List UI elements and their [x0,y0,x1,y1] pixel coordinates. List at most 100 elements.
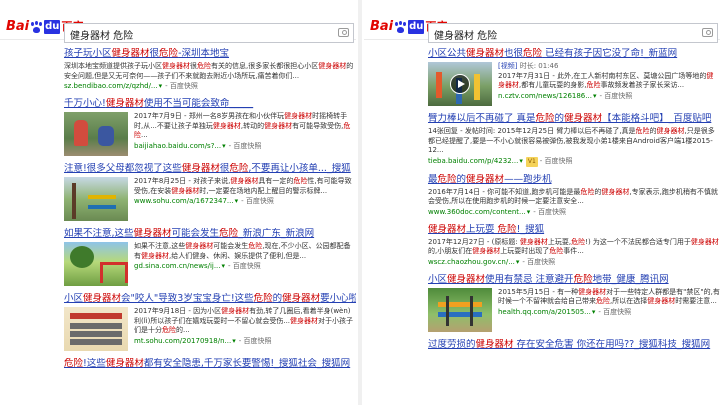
search-result: 健身器材上玩耍 危险!_搜狐 2017年12月27日 - (原标题: 健身器材上玩… [428,224,720,267]
result-meta: sz.bendibao.com/z/qzhd/...▾ - 百度快照 [64,81,356,91]
result-url[interactable]: www.sohu.com/a/1672347... [134,197,234,205]
result-thumbnail[interactable] [64,112,128,156]
chevron-down-icon[interactable]: ▾ [593,92,597,100]
result-title-link[interactable]: 如果不注意,这些健身器材可能会发生危险_新浪广东_新浪网 [64,228,356,240]
result-url[interactable]: health.qq.com/a/201505... [498,308,591,316]
result-title-link[interactable]: 注意!很多父母都忽视了这些健身器材很危险,不要再让小孩单..._搜狐 [64,163,356,175]
chevron-down-icon[interactable]: ▾ [232,337,236,345]
result-title-link[interactable]: 小区公共健身器材也很危险 已经有孩子因它没了命!_新蓝网 [428,48,720,60]
snapshot-link[interactable]: - 百度快照 [540,157,573,165]
result-meta: n.cztv.com/news/126186...▾ - 百度快照 [498,91,720,101]
result-body: [视频] 时长: 01:46 2017年7月31日 - 此外,在工人新村南村东区、… [428,62,720,106]
result-url[interactable]: baijiahao.baidu.com/s?... [134,142,221,150]
video-info: [视频] 时长: 01:46 [498,62,720,72]
result-url[interactable]: www.360doc.com/content... [428,208,526,216]
result-meta: wscz.chaozhou.gov.cn/...▾ - 百度快照 [428,257,720,267]
result-content: [视频] 时长: 01:46 2017年7月31日 - 此外,在工人新村南村东区、… [498,62,720,106]
search-query: 健身器材 危险 [70,31,134,42]
result-meta: tieba.baidu.com/p/4232...▾ V1- 百度快照 [428,156,720,167]
snapshot-link[interactable]: - 百度快照 [239,337,272,345]
divider [358,0,362,405]
search-result: 小区公共健身器材也很危险 已经有孩子因它没了命!_新蓝网 [视频] 时长: 01:… [428,48,720,106]
camera-icon[interactable] [338,28,349,37]
snapshot-link[interactable]: - 百度快照 [533,208,566,216]
result-abstract: 2017年7月31日 - 此外,在工人新村南村东区、莫塘公园广场等地的健身器材,… [498,71,714,90]
result-meta: health.qq.com/a/201505...▾ - 百度快照 [498,307,720,317]
result-thumbnail[interactable] [64,177,128,221]
search-input[interactable]: 健身器材 危险 [428,23,718,43]
result-title-link[interactable]: 千万小心!健身器材使用不当可能会致命_____ [64,98,356,110]
result-abstract: 14张回复 - 发帖时间: 2015年12月25日 臂力棒以后不再碰了,真是危险… [428,127,715,154]
result-title-link[interactable]: 过度劳损的健身器材 存在安全危害 你还在用吗??_搜狐科技_搜狐网 [428,339,720,351]
snapshot-link[interactable]: - 百度快照 [599,92,632,100]
result-title-link[interactable]: 健身器材上玩耍 危险!_搜狐 [428,224,720,236]
result-title-link[interactable]: 危险!这些健身器材都有安全隐患,千万家长要警惕!_搜狐社会_搜狐网 [64,358,356,370]
result-meta: gd.sina.com.cn/news/ij...▾ - 百度快照 [134,261,356,271]
result-content: 2017年8月25日 - 对孩子来说,健身器材具有一定的危险性,有可能导致受伤,… [134,177,356,221]
result-content: 14张回复 - 发帖时间: 2015年12月25日 臂力棒以后不再碰了,真是危险… [428,127,720,167]
logo-text: Bai [6,19,30,34]
result-url[interactable]: n.cztv.com/news/126186... [498,92,592,100]
result-abstract: 如果不注意,这些健身器材可能会发生危险,现在,不少小区、公园都配备有健身器材,给… [134,242,351,260]
result-url[interactable]: sz.bendibao.com/z/qzhd/... [64,82,158,90]
result-url[interactable]: tieba.baidu.com/p/4232... [428,157,518,165]
result-content: 2017年12月27日 - (原标题: 健身器材上玩耍,危险!) 为这一个不法民… [428,238,720,267]
verified-badge: V1 [525,156,538,167]
result-body: 14张回复 - 发帖时间: 2015年12月25日 臂力棒以后不再碰了,真是危险… [428,127,720,167]
chevron-down-icon[interactable]: ▾ [519,157,523,165]
chevron-down-icon[interactable]: ▾ [159,82,163,90]
chevron-down-icon[interactable]: ▾ [516,258,520,266]
results-list: 小区公共健身器材也很危险 已经有孩子因它没了命!_新蓝网 [视频] 时长: 01:… [428,48,720,358]
result-content: 深圳本地宝频道提供孩子玩小区健身器材很危险有关的信息,很多家长都很担心小区健身器… [64,62,356,91]
chevron-down-icon[interactable]: ▾ [592,308,596,316]
search-result: 最危险的健身器材——跑步机 2016年7月14日 - 你可能不知道,跑步机可能是最… [428,174,720,217]
logo-du: du [408,20,425,34]
result-abstract: 2017年9月18日 - 因为小区健身器材有劲,转了几圈后,看着半身(wèn)利… [134,307,354,334]
camera-icon[interactable] [702,28,713,37]
left-search-panel: Bai du 百度 健身器材 危险 孩子玩小区健身器材很危险-深圳本地宝深圳本地… [0,0,356,405]
result-meta: www.360doc.com/content...▾ - 百度快照 [428,207,720,217]
video-duration: 时长: 01:46 [517,62,559,70]
search-result: 小区健身器材使用有禁忌 注意避开危险地带_健康_腾讯网 2015年5月15日 - … [428,274,720,332]
result-abstract: 2016年7月14日 - 你可能不知道,跑步机可能是最危险的健身器材,专家表示,… [428,187,718,206]
result-url[interactable]: wscz.chaozhou.gov.cn/... [428,258,515,266]
result-url[interactable]: gd.sina.com.cn/news/ij... [134,262,221,270]
snapshot-link[interactable]: - 百度快照 [229,142,262,150]
result-abstract: 深圳本地宝频道提供孩子玩小区健身器材很危险有关的信息,很多家长都很担心小区健身器… [64,62,354,80]
result-title-link[interactable]: 小区健身器材使用有禁忌 注意避开危险地带_健康_腾讯网 [428,274,720,286]
snapshot-link[interactable]: - 百度快照 [598,308,631,316]
result-body: 2016年7月14日 - 你可能不知道,跑步机可能是最危险的健身器材,专家表示,… [428,188,720,217]
snapshot-link[interactable]: - 百度快照 [228,262,261,270]
search-result: 如果不注意,这些健身器材可能会发生危险_新浪广东_新浪网如果不注意,这些健身器材… [64,228,356,286]
result-url[interactable]: mt.sohu.com/20170918/n... [134,337,231,345]
search-result: 千万小心!健身器材使用不当可能会致命_____ 2017年7月9日 - 郑州一名8… [64,98,356,156]
result-abstract: 2017年7月9日 - 郑州一名8岁男孩在和小伙伴玩健身器材时摇椅转手时,从..… [134,112,351,139]
snapshot-link[interactable]: - 百度快照 [165,82,198,90]
result-body: 2015年5月15日 - 有一种健身器材对于一些特定人群都是有"禁区"的,有时候… [428,287,720,332]
chevron-down-icon[interactable]: ▾ [235,197,239,205]
result-thumbnail[interactable] [428,62,492,106]
search-result: 臂力棒以后不再碰了 真是危险的健身器材【本能格斗吧】_百度贴吧 14张回复 - 发… [428,113,720,167]
chevron-down-icon[interactable]: ▾ [527,208,531,216]
snapshot-link[interactable]: - 百度快照 [241,197,274,205]
chevron-down-icon[interactable]: ▾ [222,142,226,150]
result-abstract: 2017年12月27日 - (原标题: 健身器材上玩耍,危险!) 为这一个不法民… [428,237,719,256]
result-content: 如果不注意,这些健身器材可能会发生危险,现在,不少小区、公园都配备有健身器材,给… [134,242,356,286]
result-abstract: 2015年5月15日 - 有一种健身器材对于一些特定人群都是有"禁区"的,有时候… [498,287,720,306]
result-title-link[interactable]: 臂力棒以后不再碰了 真是危险的健身器材【本能格斗吧】_百度贴吧 [428,113,720,125]
result-thumbnail[interactable] [428,287,492,332]
result-title-link[interactable]: 小区健身器材会"咬人"导致3岁宝宝身亡!这些危险的健身器材要小心啦! [64,293,356,305]
logo-du: du [44,20,61,34]
logo-text: Bai [370,19,394,34]
play-icon[interactable] [450,74,470,94]
chevron-down-icon[interactable]: ▾ [222,262,226,270]
result-title-link[interactable]: 孩子玩小区健身器材很危险-深圳本地宝 [64,48,356,60]
result-title-link[interactable]: 最危险的健身器材——跑步机 [428,174,720,186]
search-input[interactable]: 健身器材 危险 [64,23,354,43]
result-thumbnail[interactable] [64,242,128,286]
result-body: 如果不注意,这些健身器材可能会发生危险,现在,不少小区、公园都配备有健身器材,给… [64,242,356,286]
snapshot-link[interactable]: - 百度快照 [522,258,555,266]
result-meta: mt.sohu.com/20170918/n...▾ - 百度快照 [134,336,356,346]
result-meta: baijiahao.baidu.com/s?...▾ - 百度快照 [134,141,356,151]
result-thumbnail[interactable] [64,307,128,351]
